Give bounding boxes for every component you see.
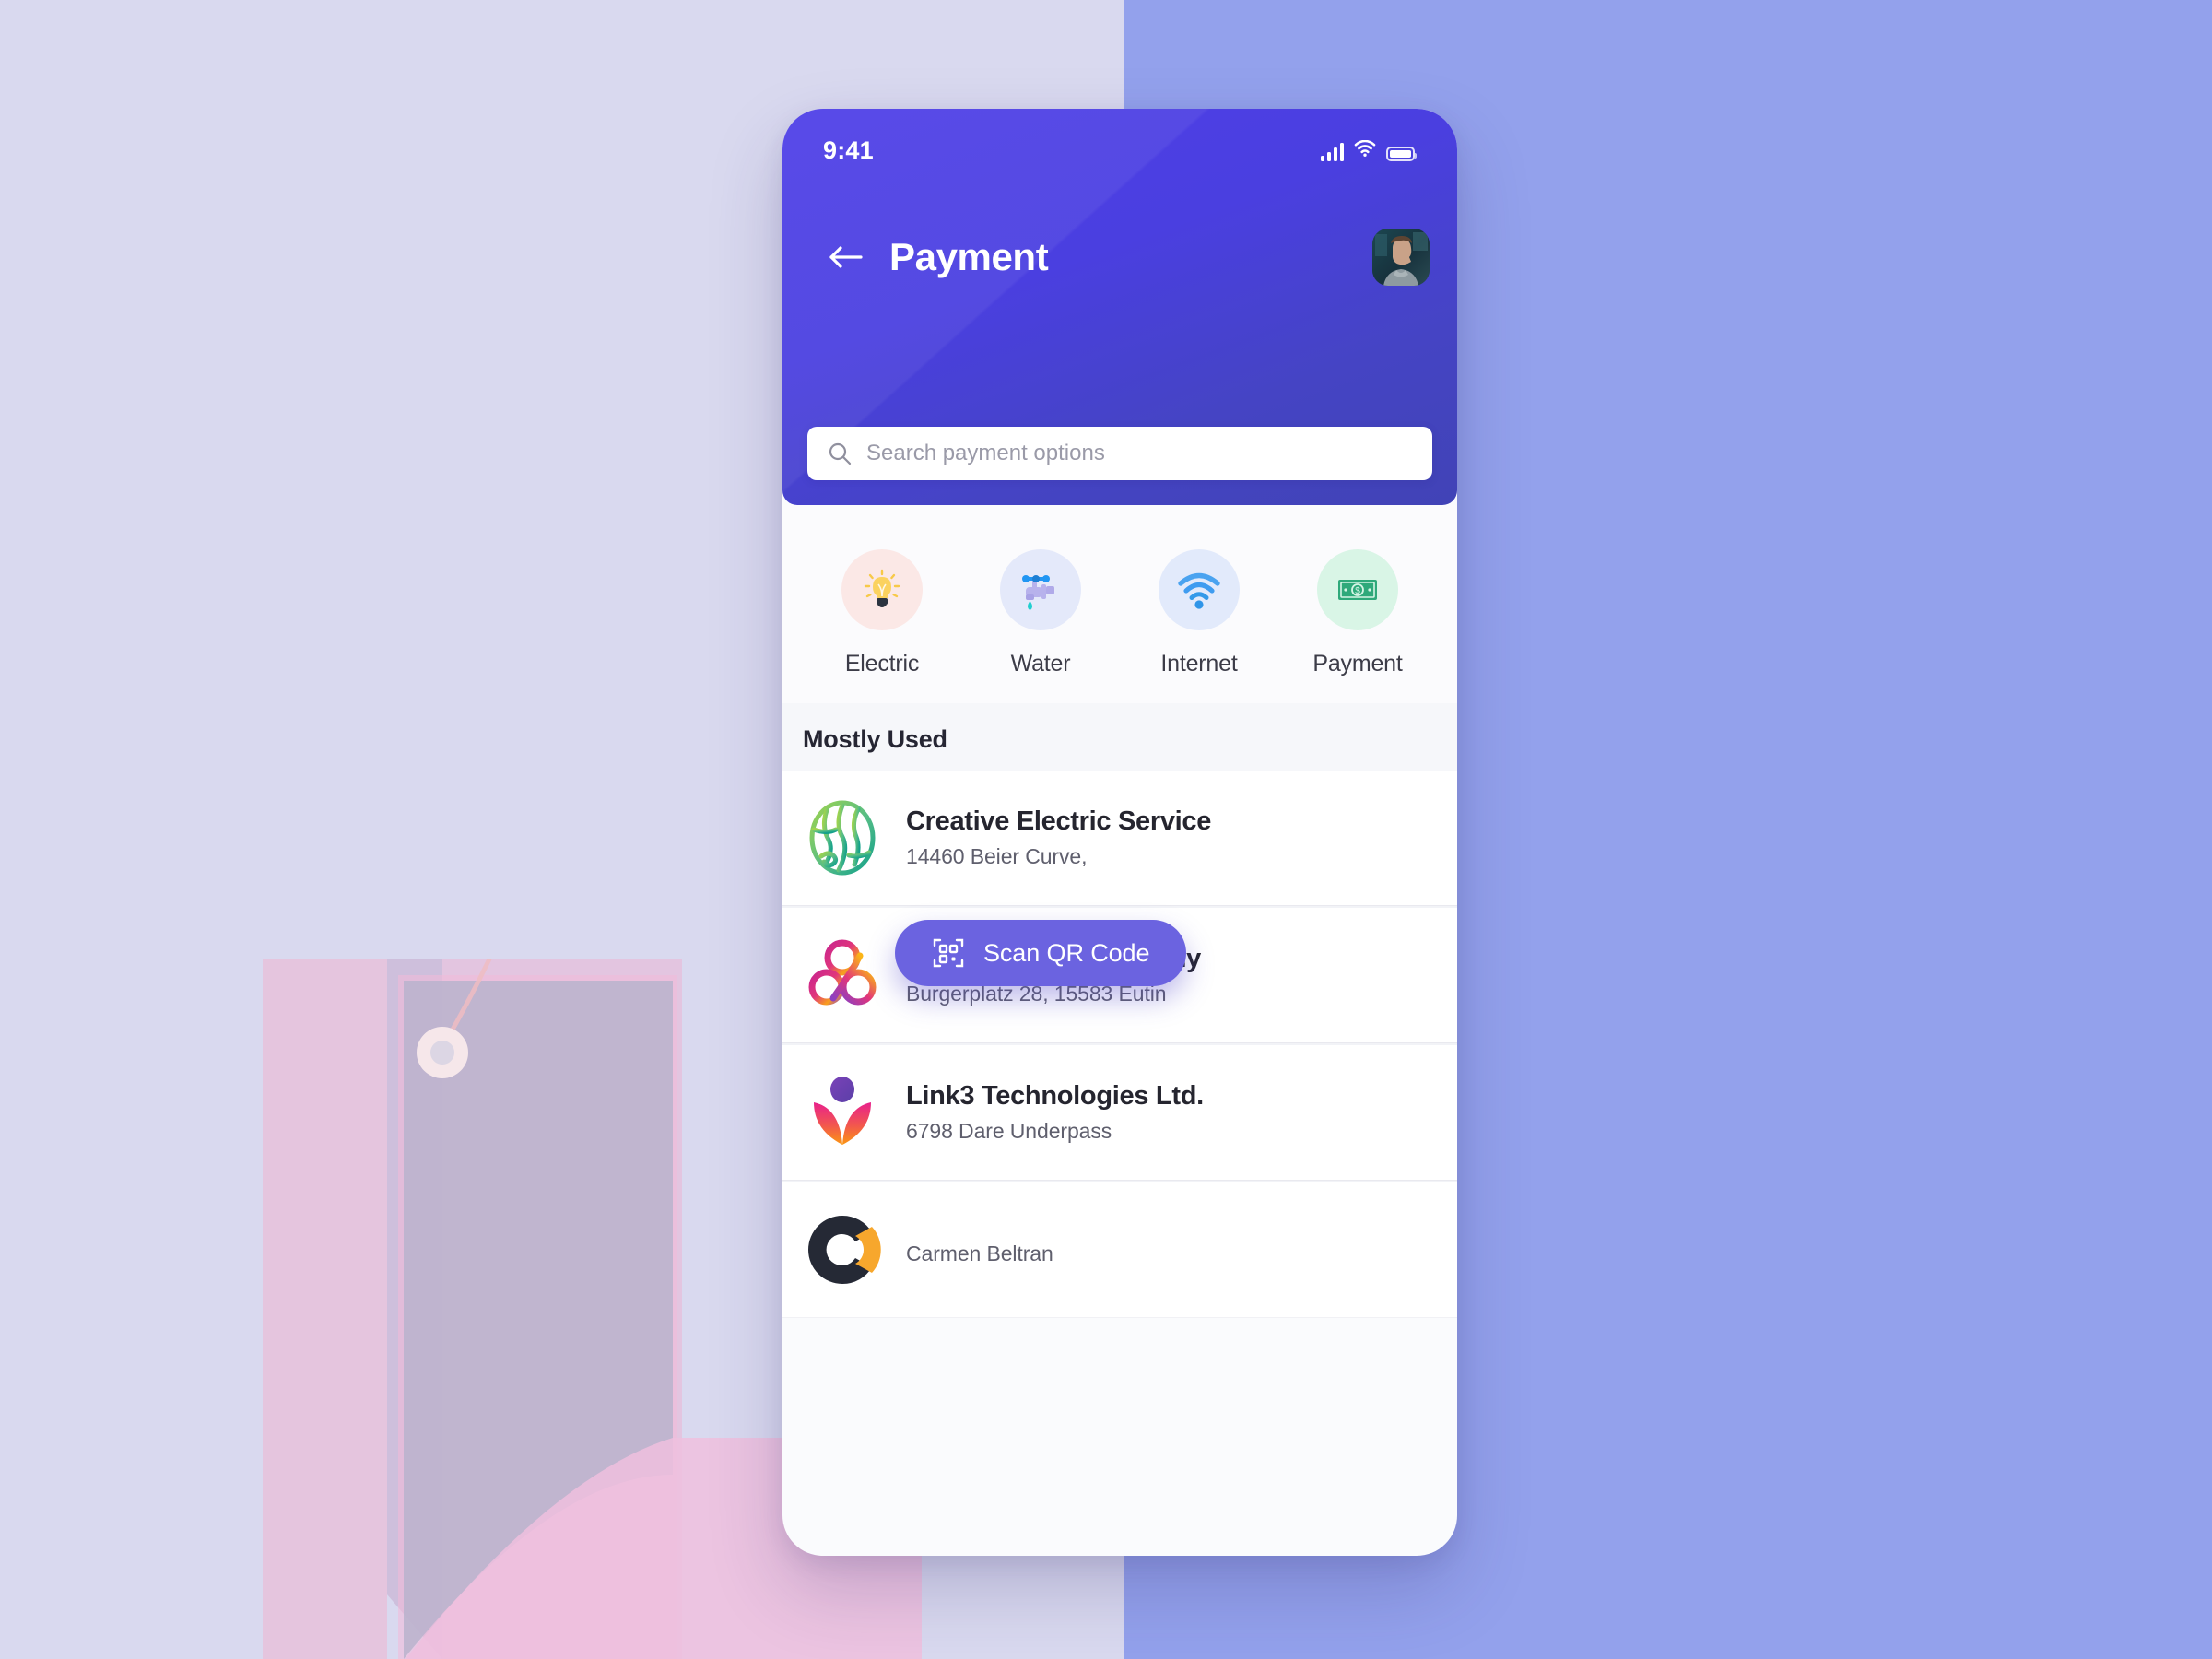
provider-address: 14460 Beier Curve, [906, 844, 1088, 868]
scan-qr-label: Scan QR Code [983, 938, 1150, 967]
pink-trefoil-knot-logo [808, 939, 877, 1006]
list-item[interactable]: Creative Electric Service 14460 Beier Cu… [782, 771, 1457, 905]
provider-logo [803, 798, 882, 877]
wifi-icon [1354, 139, 1376, 161]
list-item[interactable]: Link3 Technologies Ltd. 6798 Dare Underp… [782, 1045, 1457, 1180]
category-electric[interactable]: Electric [803, 549, 961, 677]
faucet-icon [1022, 575, 1054, 610]
category-payment-circle: $ [1317, 549, 1398, 630]
provider-logo [803, 1073, 882, 1152]
back-button[interactable] [821, 233, 869, 281]
provider-text: Creative Electric Service 14460 Beier Cu… [906, 806, 1211, 869]
provider-text: Link3 Technologies Ltd. 6798 Dare Underp… [906, 1081, 1204, 1144]
search-input[interactable] [866, 441, 1412, 466]
svg-text:$: $ [1355, 586, 1360, 596]
search-bar[interactable] [807, 427, 1432, 480]
provider-logo [803, 1210, 882, 1289]
provider-name: Creative Electric Service [906, 806, 1212, 836]
category-electric-circle [841, 549, 923, 630]
status-icons [1321, 139, 1417, 161]
section-header: Mostly Used [782, 703, 1457, 771]
scan-qr-button[interactable]: Scan QR Code [895, 920, 1187, 986]
lightbulb-icon [864, 569, 900, 607]
nav-row: Payment [782, 224, 1457, 290]
category-row: Electric Water Internet $ Payment [782, 505, 1457, 703]
category-internet[interactable]: Internet [1120, 549, 1278, 677]
avatar[interactable] [1372, 229, 1430, 286]
qr-code-icon [933, 938, 964, 968]
battery-icon [1386, 146, 1417, 161]
category-electric-label: Electric [844, 651, 920, 677]
payment-provider-list: Creative Electric Service 14460 Beier Cu… [782, 771, 1457, 1317]
status-bar: 9:41 [782, 129, 1457, 171]
search-icon [829, 442, 852, 465]
page-title: Payment [889, 235, 1049, 278]
provider-address: Carmen Beltran [906, 1241, 1053, 1265]
provider-name: Link3 Technologies Ltd. [906, 1081, 1204, 1111]
section-title: Mostly Used [803, 725, 947, 753]
provider-address: 6798 Dare Underpass [906, 1119, 1112, 1143]
category-payment[interactable]: $ Payment [1278, 549, 1437, 677]
banknote-icon: $ [1338, 580, 1377, 600]
dark-orange-ring-logo [808, 1215, 881, 1285]
avatar-photo [1372, 229, 1430, 286]
cellular-signal-icon [1321, 142, 1344, 161]
category-water[interactable]: Water [961, 549, 1120, 677]
category-water-label: Water [1010, 651, 1071, 677]
app-header: 9:41 Payment Search payment options [782, 109, 1457, 505]
provider-text: Carmen Beltran [906, 1234, 1053, 1266]
list-item[interactable]: Carmen Beltran [782, 1182, 1457, 1317]
status-time: 9:41 [823, 135, 874, 164]
purple-pink-lotus-logo [814, 1077, 871, 1145]
arrow-left-icon [830, 246, 863, 268]
category-internet-circle [1159, 549, 1240, 630]
phone-mockup: 9:41 Payment Search payment options Elec… [782, 109, 1457, 1556]
provider-logo [803, 935, 882, 1015]
category-internet-label: Internet [1160, 651, 1238, 677]
green-globe-lines-logo [809, 800, 876, 876]
category-payment-label: Payment [1312, 651, 1403, 677]
category-water-circle [1000, 549, 1081, 630]
wifi-icon [1178, 572, 1220, 609]
